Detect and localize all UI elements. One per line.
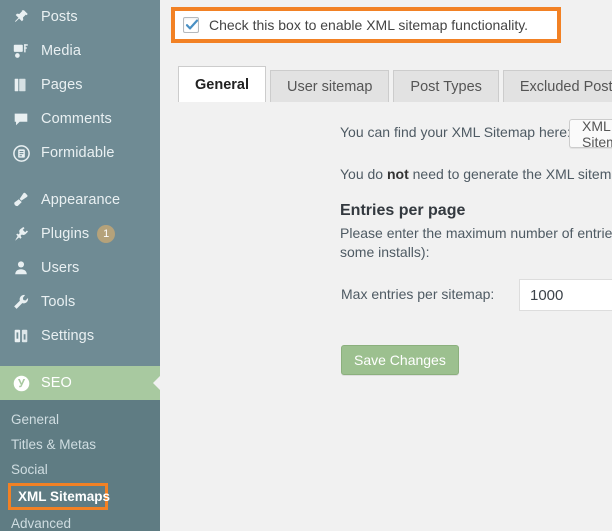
- submenu-item-label: Advanced: [11, 516, 72, 531]
- yoast-icon: [10, 373, 32, 393]
- submenu-item-label: XML Sitemaps: [18, 489, 111, 504]
- entries-per-page-heading: Entries per page: [340, 202, 466, 219]
- sidebar-item-label: Plugins: [41, 226, 90, 242]
- plug-icon: [10, 224, 32, 244]
- sidebar-item-plugins[interactable]: Plugins 1: [0, 217, 160, 251]
- plugins-update-badge: 1: [97, 225, 116, 243]
- submenu-item-label: General: [11, 412, 60, 427]
- tab-general[interactable]: General: [178, 66, 266, 102]
- comment-icon: [10, 109, 32, 129]
- tab-label: User sitemap: [287, 78, 373, 95]
- save-changes-label: Save Changes: [354, 352, 446, 368]
- sidebar-item-label: Posts: [41, 9, 78, 25]
- tab-label: Excluded Post Types: [519, 78, 612, 95]
- sidebar-item-seo[interactable]: SEO: [0, 366, 160, 400]
- sidebar-item-label: Comments: [41, 111, 112, 127]
- tab-excluded-post-types[interactable]: Excluded Post Types: [502, 70, 612, 102]
- xml-sitemap-button-label: XML Sitemap: [582, 117, 612, 150]
- submenu-item-advanced[interactable]: Advanced: [0, 511, 160, 531]
- enable-sitemap-label: Check this box to enable XML sitemap fun…: [209, 17, 529, 33]
- sidebar-item-formidable[interactable]: Formidable: [0, 136, 160, 170]
- media-icon: [10, 41, 32, 61]
- settings-tabs: General User sitemap Post Types Excluded…: [178, 66, 612, 102]
- sidebar-item-settings[interactable]: Settings: [0, 319, 160, 353]
- max-entries-input[interactable]: [519, 279, 612, 311]
- sidebar-item-label: Users: [41, 260, 80, 276]
- sidebar-separator: [0, 170, 160, 183]
- sidebar-item-media[interactable]: Media: [0, 34, 160, 68]
- tab-label: Post Types: [410, 78, 482, 95]
- sidebar-item-label: Formidable: [41, 145, 115, 161]
- notice-bold: not: [386, 166, 409, 182]
- tab-post-types[interactable]: Post Types: [393, 70, 499, 102]
- brush-icon: [10, 190, 32, 210]
- sidebar-item-pages[interactable]: Pages: [0, 68, 160, 102]
- entries-per-page-description: Please enter the maximum number of entri…: [340, 225, 612, 260]
- admin-sidebar: Posts Media Pages Comments Formidable Ap…: [0, 0, 160, 531]
- sidebar-item-label: Tools: [41, 294, 76, 310]
- xml-sitemap-button[interactable]: XML Sitemap: [569, 117, 612, 150]
- pin-icon: [10, 7, 32, 27]
- sidebar-item-label: Media: [41, 43, 81, 59]
- sitemap-notice: You do not need to generate the XML site…: [340, 166, 612, 182]
- save-changes-button[interactable]: Save Changes: [341, 345, 459, 375]
- user-icon: [10, 258, 32, 278]
- sidebar-item-label: Appearance: [41, 192, 121, 208]
- enable-sitemap-row: Check this box to enable XML sitemap fun…: [171, 7, 561, 43]
- checkmark-icon: [185, 19, 199, 30]
- find-sitemap-text: You can find your XML Sitemap here:: [340, 124, 571, 140]
- formidable-icon: [10, 143, 32, 163]
- notice-prefix: You do: [340, 166, 387, 182]
- current-menu-arrow: [153, 375, 160, 391]
- sidebar-item-comments[interactable]: Comments: [0, 102, 160, 136]
- max-entries-label: Max entries per sitemap:: [341, 286, 495, 302]
- pages-icon: [10, 75, 32, 95]
- submenu-item-label: Social: [11, 462, 48, 477]
- wordpress-admin-screen: Posts Media Pages Comments Formidable Ap…: [0, 0, 612, 531]
- notice-suffix: need to generate the XML sitemap, nor wi…: [412, 166, 612, 182]
- submenu-item-label: Titles & Metas: [11, 437, 97, 452]
- sidebar-item-label: Settings: [41, 328, 95, 344]
- sliders-icon: [10, 326, 32, 346]
- wrench-icon: [10, 292, 32, 312]
- sidebar-item-label: SEO: [41, 375, 72, 391]
- submenu-item-social[interactable]: Social: [0, 457, 160, 482]
- tab-label: General: [195, 76, 249, 93]
- enable-sitemap-checkbox[interactable]: [183, 17, 199, 33]
- sidebar-item-posts[interactable]: Posts: [0, 0, 160, 34]
- main-content: Check this box to enable XML sitemap fun…: [160, 0, 612, 531]
- sidebar-item-tools[interactable]: Tools: [0, 285, 160, 319]
- submenu-item-xml-sitemaps[interactable]: XML Sitemaps: [8, 483, 111, 510]
- sidebar-item-appearance[interactable]: Appearance: [0, 183, 160, 217]
- tab-user-sitemap[interactable]: User sitemap: [270, 70, 390, 102]
- sidebar-item-label: Pages: [41, 77, 83, 93]
- seo-submenu: General Titles & Metas Social XML Sitema…: [0, 400, 160, 531]
- sidebar-item-users[interactable]: Users: [0, 251, 160, 285]
- submenu-item-general[interactable]: General: [0, 407, 160, 432]
- submenu-item-titles-metas[interactable]: Titles & Metas: [0, 432, 160, 457]
- sidebar-separator: [0, 353, 160, 366]
